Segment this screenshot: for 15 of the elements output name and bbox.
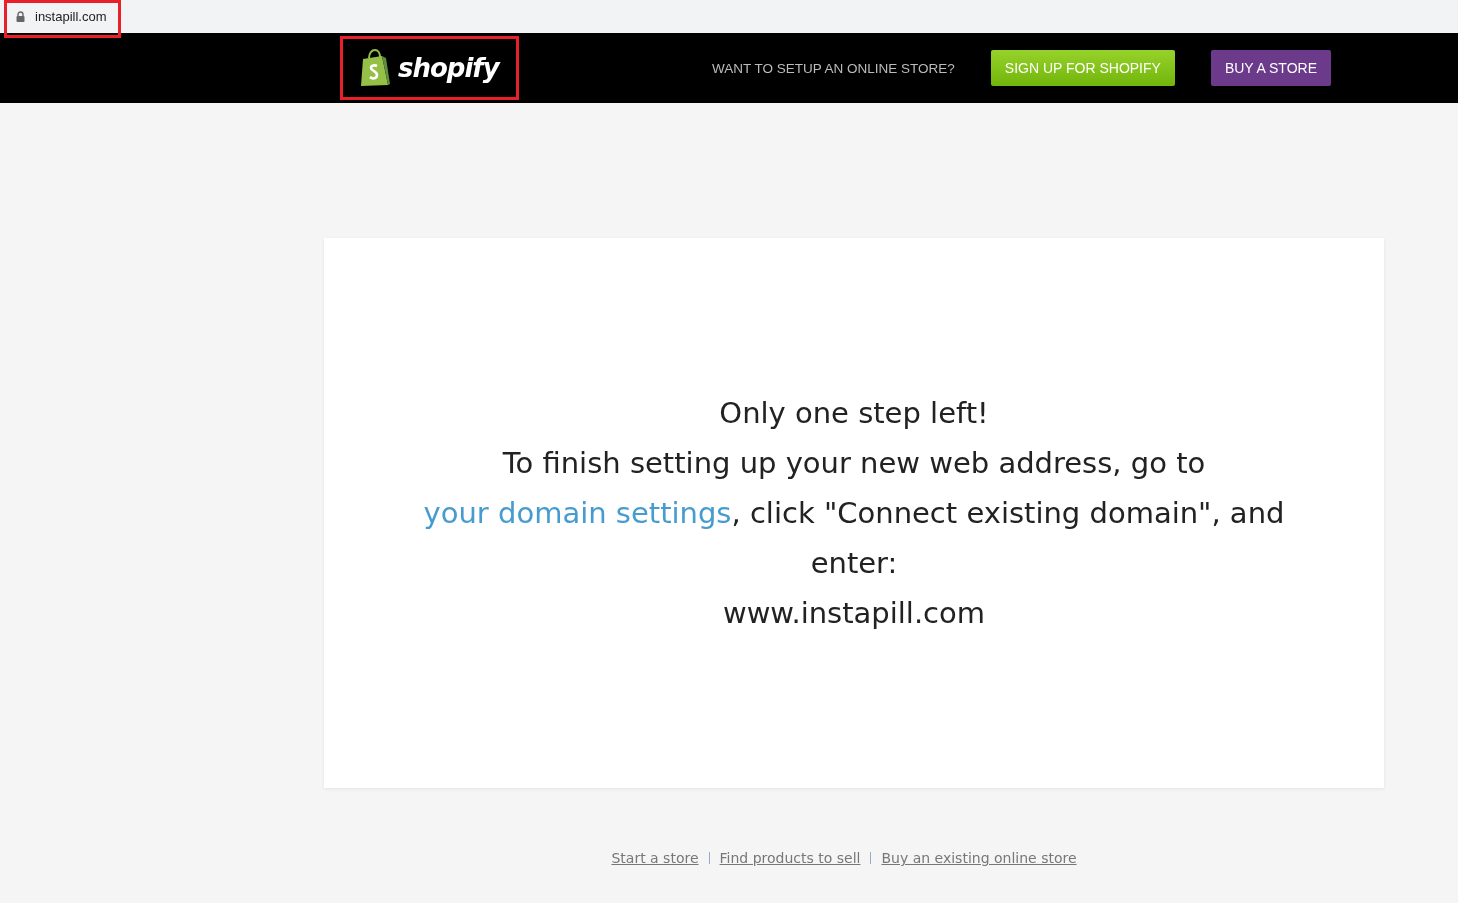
- lock-icon: [16, 10, 25, 22]
- address-bar[interactable]: instapill.com: [4, 0, 121, 38]
- buy-store-button[interactable]: BUY A STORE: [1210, 50, 1331, 86]
- domain-settings-link[interactable]: your domain settings: [423, 496, 732, 530]
- instructions-text: To finish setting up your new web address, go to your domain settings, click "Connect existing domain", and enter:: [422, 445, 1286, 582]
- logo[interactable]: shopify: [340, 36, 519, 100]
- domain-text: www.instapill.com: [722, 595, 986, 632]
- shopping-bag-icon: [360, 49, 392, 87]
- heading: Only one step left!: [719, 395, 989, 432]
- footer-link[interactable]: Find products to sell: [719, 850, 861, 866]
- promo-text: WANT TO SETUP AN ONLINE STORE?: [711, 60, 955, 76]
- logo-text: shopify: [398, 53, 499, 83]
- footer-link[interactable]: Start a store: [611, 850, 699, 866]
- footer-link[interactable]: Buy an existing online store: [881, 850, 1077, 866]
- url-text: instapill.com: [35, 8, 107, 24]
